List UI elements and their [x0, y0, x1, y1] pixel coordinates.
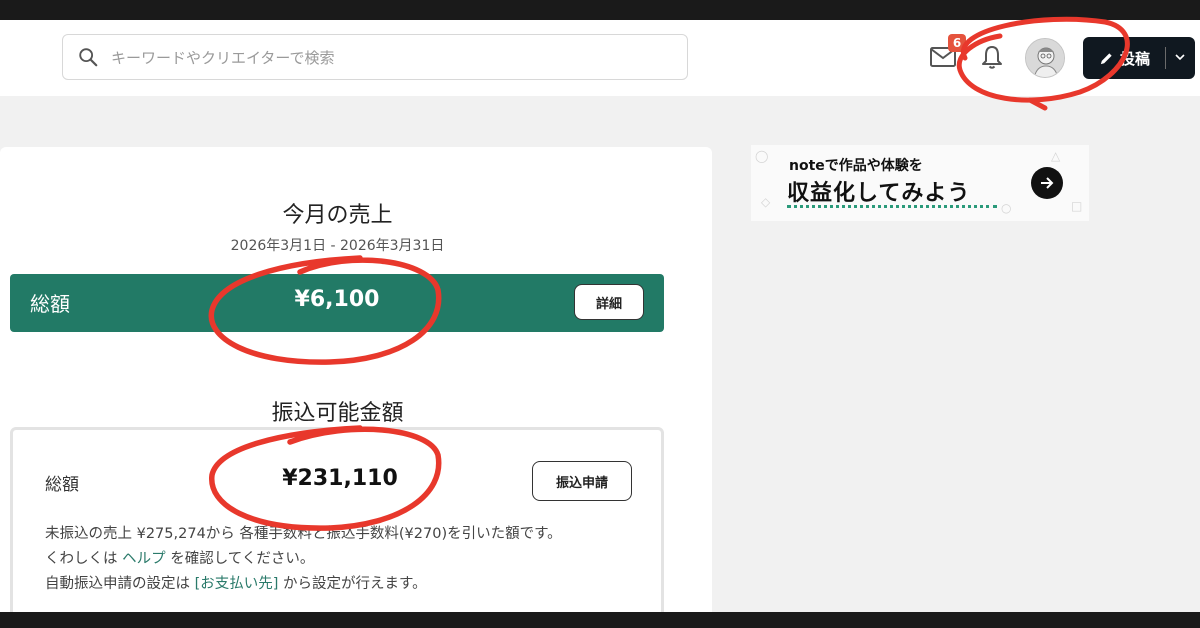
- banner-title: 収益化してみよう: [787, 181, 971, 206]
- detail-button[interactable]: 詳細: [574, 284, 644, 320]
- note-line-3: 自動振込申請の設定は [お支払い先] から設定が行えます。: [45, 572, 427, 593]
- arrow-right-icon[interactable]: [1031, 167, 1063, 199]
- unread-badge: 6: [948, 34, 966, 52]
- app-frame: 6 投稿: [0, 20, 1200, 612]
- post-button-divider: [1165, 47, 1166, 69]
- header: 6 投稿: [0, 20, 1200, 96]
- avatar-image: [1026, 39, 1064, 77]
- payment-destination-link[interactable]: [お支払い先]: [195, 576, 279, 592]
- note-line-1: 未振込の売上 ¥275,274から 各種手数料と振込手数料(¥270)を引いた額…: [45, 526, 562, 542]
- monthly-sales-title: 今月の売上: [282, 203, 393, 228]
- decoration-shape: △: [1051, 149, 1061, 163]
- notification-button[interactable]: [978, 42, 1006, 72]
- monthly-total-amount: ¥6,100: [294, 287, 380, 312]
- decoration-shape: ○: [1001, 201, 1012, 215]
- note-line-2-after: を確認してください。: [170, 551, 315, 567]
- transferable-box: 総額 ¥231,110 振込申請 未振込の売上 ¥275,274から 各種手数料…: [10, 427, 664, 612]
- chevron-down-icon[interactable]: [1173, 50, 1187, 64]
- note-line-2-before: くわしくは: [45, 551, 118, 567]
- post-button[interactable]: 投稿: [1083, 37, 1195, 79]
- sales-card: 今月の売上 2026年3月1日 - 2026年3月31日 総額 ¥6,100 詳…: [0, 147, 712, 612]
- search-box[interactable]: [62, 34, 688, 80]
- post-button-label: 投稿: [1120, 49, 1151, 68]
- sales-period: 2026年3月1日 - 2026年3月31日: [230, 238, 445, 254]
- search-input[interactable]: [109, 43, 673, 73]
- monthly-total-bar: 総額 ¥6,100 詳細: [10, 274, 664, 332]
- note-line-3-after: から設定が行えます。: [283, 576, 427, 592]
- banner-underline: [787, 205, 997, 208]
- pencil-icon: [1100, 52, 1112, 64]
- transferable-amount-title: 振込可能金額: [271, 401, 404, 426]
- note-line-2: くわしくは ヘルプ を確認してください。: [45, 547, 314, 568]
- decoration-shape: □: [1071, 199, 1083, 213]
- avatar[interactable]: [1025, 38, 1065, 78]
- transfer-request-button[interactable]: 振込申請: [532, 461, 632, 501]
- search-icon: [79, 48, 98, 67]
- decoration-shape: ◇: [761, 195, 771, 209]
- monetize-banner[interactable]: ◯ ◇ △ ○ □ noteで作品や体験を 収益化してみよう: [751, 145, 1089, 221]
- decoration-shape: ◯: [755, 149, 769, 163]
- bell-icon: [982, 46, 1002, 69]
- banner-subtitle: noteで作品や体験を: [789, 158, 923, 174]
- note-line-3-before: 自動振込申請の設定は: [45, 576, 190, 592]
- help-link[interactable]: ヘルプ: [122, 551, 166, 567]
